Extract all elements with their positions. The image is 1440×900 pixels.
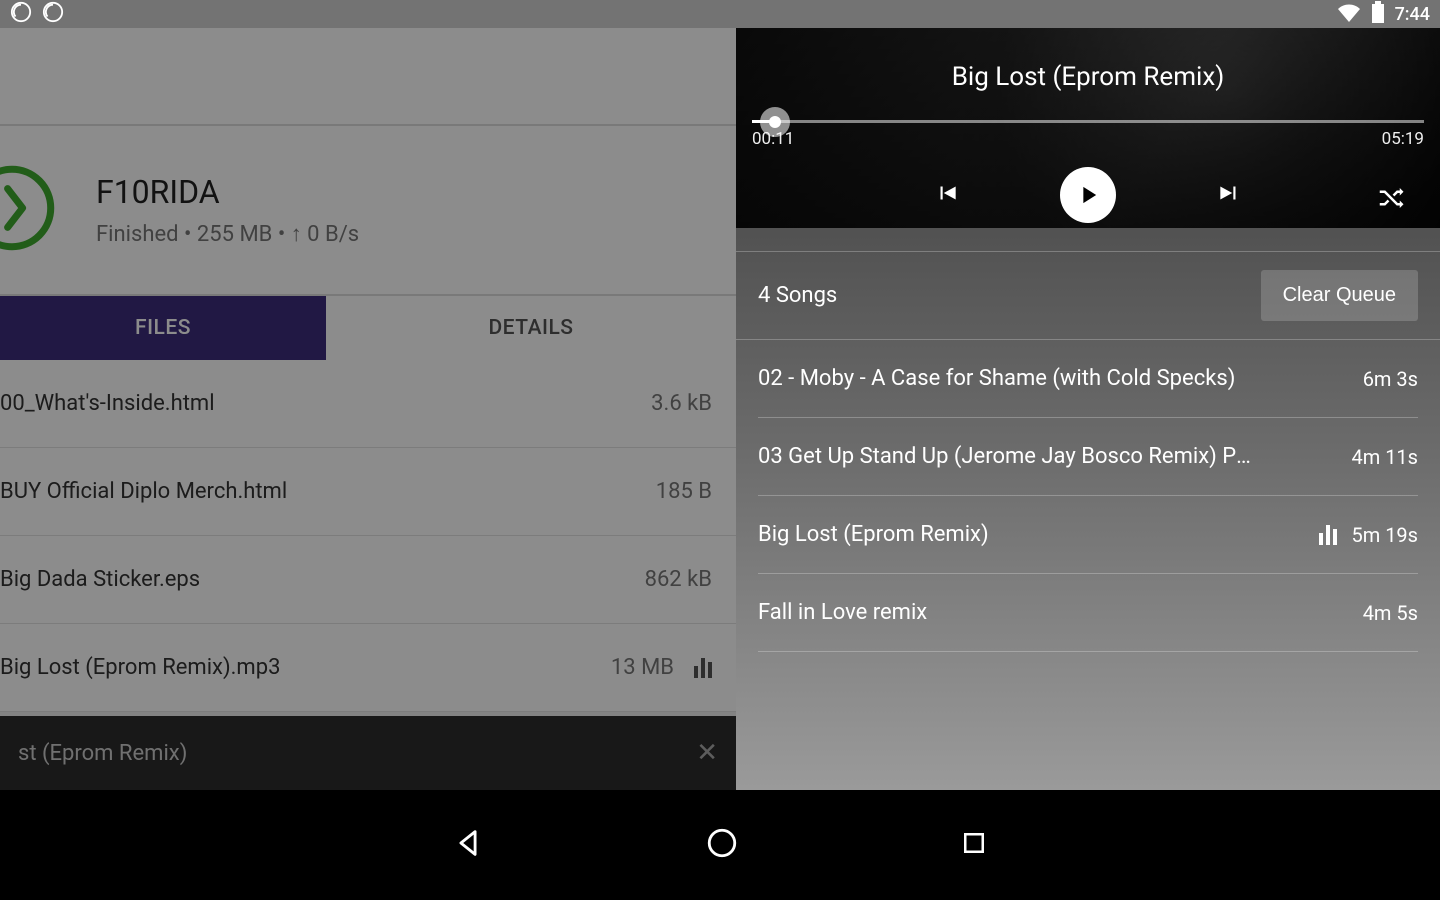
queue-item[interactable]: 03 Get Up Stand Up (Jerome Jay Bosco Rem… [758, 418, 1418, 496]
left-toolbar [0, 28, 736, 126]
now-playing-title: Big Lost (Eprom Remix) [736, 28, 1440, 92]
file-name: Big Dada Sticker.eps [0, 567, 200, 592]
battery-icon [1371, 1, 1385, 28]
queue-list: 02 - Moby - A Case for Shame (with Cold … [736, 340, 1440, 652]
queue-item-name: 03 Get Up Stand Up (Jerome Jay Bosco Rem… [758, 444, 1258, 469]
close-icon[interactable]: ✕ [696, 738, 718, 768]
bittorrent-icon [42, 1, 64, 28]
queue-item-duration: 6m 3s [1363, 367, 1418, 391]
seek-thumb[interactable] [760, 107, 790, 137]
file-row[interactable]: Big Dada Sticker.eps 862 kB [0, 536, 736, 624]
queue-item[interactable]: 02 - Moby - A Case for Shame (with Cold … [758, 340, 1418, 418]
torrent-summary[interactable]: F10RIDA Finished • 255 MB • ↑ 0 B/s [0, 126, 736, 296]
queue-item[interactable]: Big Lost (Eprom Remix) 5m 19s [758, 496, 1418, 574]
navigation-bar [0, 790, 1440, 900]
mini-player-title: st (Eprom Remix) [18, 741, 187, 766]
queue-item-duration: 5m 19s [1319, 523, 1418, 547]
file-name: BUY Official Diplo Merch.html [0, 479, 287, 504]
status-bar: 7:44 [0, 0, 1440, 28]
queue-item-name: 02 - Moby - A Case for Shame (with Cold … [758, 366, 1235, 391]
queue-header: 4 Songs Clear Queue [736, 252, 1440, 339]
file-name: Big Lost (Eprom Remix).mp3 [0, 655, 280, 680]
tab-bar: FILES DETAILS [0, 296, 736, 360]
file-size: 13 MB [611, 655, 674, 680]
playback-controls [736, 149, 1440, 251]
queue-item-name: Big Lost (Eprom Remix) [758, 522, 989, 547]
back-button[interactable] [451, 826, 485, 864]
file-size: 862 kB [645, 567, 712, 592]
queue-item-duration: 4m 11s [1351, 445, 1418, 469]
home-button[interactable] [705, 826, 739, 864]
equalizer-icon [1319, 525, 1337, 545]
mini-player-bar[interactable]: st (Eprom Remix) ✕ [0, 716, 736, 790]
tab-files[interactable]: FILES [0, 296, 326, 360]
seek-bar[interactable]: 00:11 05:19 [736, 120, 1440, 149]
player-panel: Big Lost (Eprom Remix) 00:11 05:19 [736, 28, 1440, 790]
bittorrent-icon [10, 1, 32, 28]
shuffle-button[interactable] [1376, 183, 1406, 217]
play-button[interactable] [1060, 167, 1116, 223]
total-time: 05:19 [1382, 129, 1424, 149]
file-size: 3.6 kB [651, 391, 712, 416]
file-list: 00_What's-Inside.html 3.6 kB BUY Officia… [0, 360, 736, 712]
status-clock: 7:44 [1395, 4, 1430, 25]
queue-item[interactable]: Fall in Love remix 4m 5s [758, 574, 1418, 652]
previous-button[interactable] [934, 180, 960, 210]
queue-item-duration: 4m 5s [1363, 601, 1418, 625]
file-row[interactable]: 00_What's-Inside.html 3.6 kB [0, 360, 736, 448]
file-row[interactable]: Big Lost (Eprom Remix).mp3 13 MB [0, 624, 736, 712]
next-button[interactable] [1216, 180, 1242, 210]
torrent-subtext: Finished • 255 MB • ↑ 0 B/s [96, 221, 359, 247]
file-row[interactable]: BUY Official Diplo Merch.html 185 B [0, 448, 736, 536]
wifi-icon [1337, 2, 1361, 27]
queue-item-name: Fall in Love remix [758, 600, 927, 625]
queue-count: 4 Songs [758, 283, 837, 308]
torrent-title: F10RIDA [96, 173, 359, 211]
progress-ring-icon [20, 164, 56, 256]
equalizer-icon [694, 658, 712, 678]
clear-queue-button[interactable]: Clear Queue [1261, 270, 1418, 321]
tab-details[interactable]: DETAILS [326, 296, 736, 360]
file-name: 00_What's-Inside.html [0, 391, 215, 416]
left-app-pane: F10RIDA Finished • 255 MB • ↑ 0 B/s FILE… [0, 28, 736, 790]
recents-button[interactable] [959, 828, 989, 862]
file-size: 185 B [656, 479, 712, 504]
